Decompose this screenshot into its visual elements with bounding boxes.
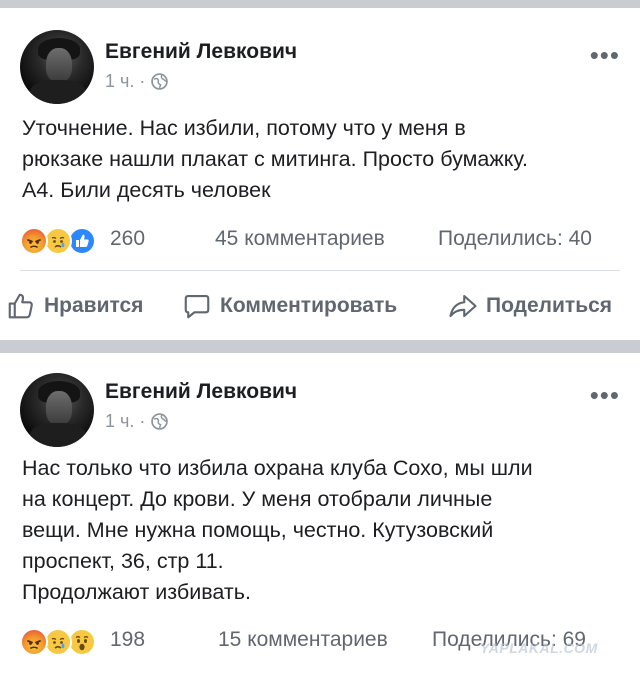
post-text-line: Продолжают избивать. [22, 580, 251, 604]
like-label: Нравится [44, 294, 144, 317]
sad-reaction-icon [44, 628, 72, 656]
shares-count[interactable]: Поделились: 40 [438, 227, 592, 251]
wow-reaction-icon [68, 628, 96, 656]
post-text: Нас только что избила охрана клуба Сохо,… [22, 453, 620, 608]
svg-text:YAPLAKAL.COM: YAPLAKAL.COM [480, 640, 598, 656]
post-time[interactable]: 1 ч. · [105, 411, 145, 432]
post-text-line: проспект, 36, стр 11. [22, 549, 224, 573]
sad-reaction-icon [44, 227, 72, 255]
reactions[interactable] [20, 626, 110, 656]
share-label: Поделиться [486, 294, 613, 317]
share-button[interactable]: Поделиться [448, 286, 612, 326]
like-button[interactable]: Нравится [6, 286, 143, 326]
author-name[interactable]: Евгений Левкович [105, 380, 297, 404]
post-2: Евгений Левкович 1 ч. · ••• Нас только ч… [0, 353, 640, 675]
comment-bubble-icon [184, 294, 210, 319]
post-1: Евгений Левкович 1 ч. · ••• Уточнение. Н… [0, 8, 640, 340]
share-arrow-icon [449, 294, 477, 318]
post-text-line: Нас только что избила охрана клуба Сохо,… [22, 456, 533, 480]
avatar[interactable] [20, 373, 94, 447]
more-dots-icon[interactable]: ••• [590, 42, 620, 68]
post-text-line: на концерт. До крови. У меня отобрали ли… [22, 487, 493, 511]
more-dots-icon[interactable]: ••• [590, 382, 620, 408]
comment-label: Комментировать [220, 294, 398, 317]
globe-icon [151, 413, 169, 430]
comments-count[interactable]: 15 комментариев [218, 628, 388, 652]
post-text-line: А4. Били десять человек [22, 178, 271, 202]
post-stats: 260 45 комментариев Поделились: 40 [20, 225, 620, 255]
thumbs-up-icon [8, 293, 33, 319]
watermark: YAPLAKAL.COM [480, 637, 630, 662]
angry-reaction-icon [20, 628, 48, 656]
divider [20, 270, 620, 271]
author-name[interactable]: Евгений Левкович [105, 40, 297, 64]
angry-reaction-icon [20, 227, 48, 255]
post-time[interactable]: 1 ч. · [105, 71, 145, 92]
reaction-count[interactable]: 260 [110, 227, 145, 251]
post-text: Уточнение. Нас избили, потому что у меня… [22, 113, 620, 206]
reactions[interactable] [20, 225, 110, 255]
post-text-line: рюкзаке нашли плакат с митинга. Просто б… [22, 147, 528, 171]
comment-button[interactable]: Комментировать [182, 286, 397, 326]
post-text-line: Уточнение. Нас избили, потому что у меня… [22, 116, 466, 140]
post-text-line: вещи. Мне нужна помощь, честно. Кутузовс… [22, 518, 494, 542]
post-actions: Нравится Комментировать Поделиться [0, 286, 640, 326]
post-meta: 1 ч. · [105, 71, 169, 92]
avatar[interactable] [20, 30, 94, 104]
reaction-count[interactable]: 198 [110, 628, 145, 652]
comments-count[interactable]: 45 комментариев [215, 227, 385, 251]
globe-icon [151, 73, 169, 90]
post-meta: 1 ч. · [105, 411, 169, 432]
like-reaction-icon [68, 227, 96, 255]
